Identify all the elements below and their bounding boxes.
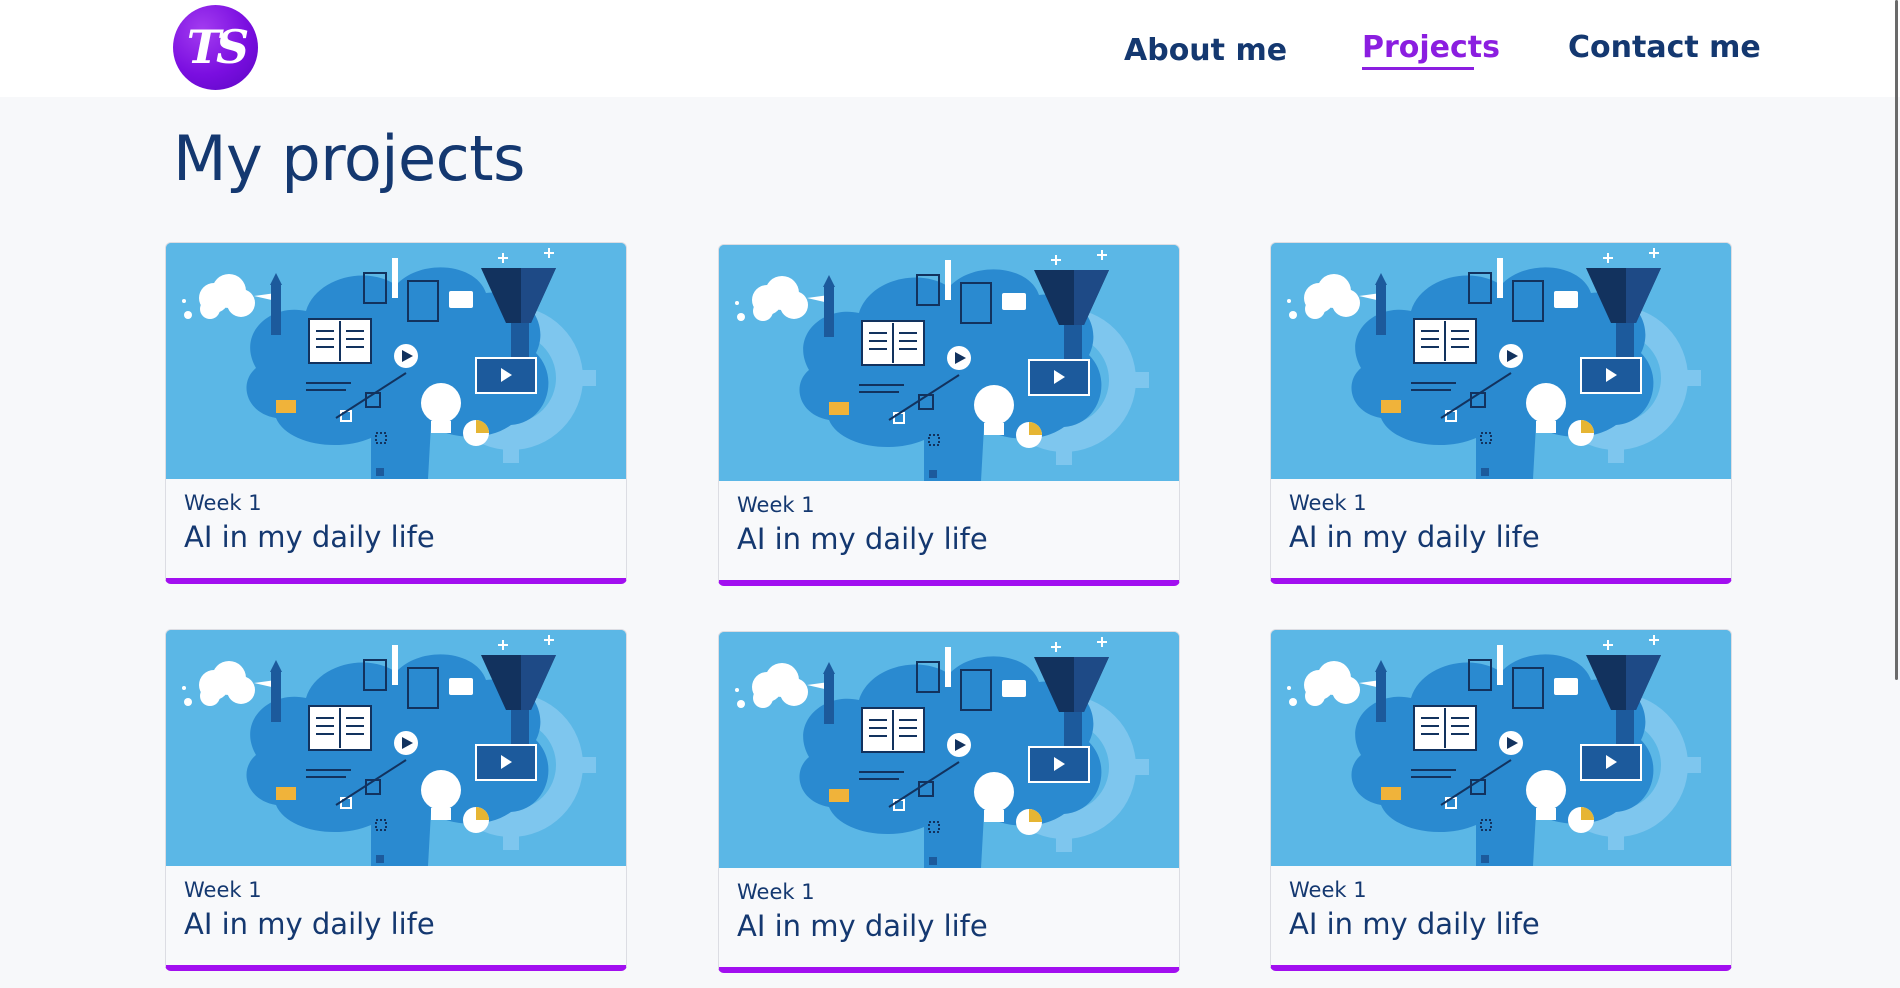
- project-week-label: Week 1: [737, 493, 815, 517]
- project-title: AI in my daily life: [184, 520, 435, 554]
- ts-logo-icon[interactable]: TS: [173, 5, 258, 90]
- nav-about-me-link[interactable]: About me: [1124, 33, 1287, 68]
- project-title: AI in my daily life: [184, 907, 435, 941]
- project-title: AI in my daily life: [1289, 907, 1540, 941]
- project-card[interactable]: Week 1 AI in my daily life: [165, 629, 627, 971]
- project-title: AI in my daily life: [737, 522, 988, 556]
- ai-brain-illustration-image: [719, 632, 1179, 868]
- page-title: My projects: [173, 122, 525, 195]
- logo-monogram: TS: [186, 20, 249, 74]
- active-nav-underline: [1362, 67, 1474, 70]
- page-scrollbar[interactable]: [1895, 0, 1898, 680]
- ai-brain-illustration-image: [1271, 630, 1731, 866]
- project-week-label: Week 1: [1289, 878, 1367, 902]
- nav-projects-link[interactable]: Projects: [1362, 30, 1500, 65]
- project-card[interactable]: Week 1 AI in my daily life: [165, 242, 627, 584]
- ai-brain-illustration-image: [166, 630, 626, 866]
- project-week-label: Week 1: [737, 880, 815, 904]
- ai-brain-illustration-image: [1271, 243, 1731, 479]
- project-card[interactable]: Week 1 AI in my daily life: [1270, 629, 1732, 971]
- project-title: AI in my daily life: [737, 909, 988, 943]
- project-week-label: Week 1: [184, 878, 262, 902]
- project-card[interactable]: Week 1 AI in my daily life: [1270, 242, 1732, 584]
- nav-contact-me-link[interactable]: Contact me: [1568, 30, 1761, 65]
- project-card[interactable]: Week 1 AI in my daily life: [718, 244, 1180, 586]
- ai-brain-illustration-image: [719, 245, 1179, 481]
- project-week-label: Week 1: [184, 491, 262, 515]
- top-navigation-bar: TS About me Projects Contact me: [0, 0, 1900, 97]
- project-week-label: Week 1: [1289, 491, 1367, 515]
- ai-brain-illustration-image: [166, 243, 626, 479]
- project-card[interactable]: Week 1 AI in my daily life: [718, 631, 1180, 973]
- project-title: AI in my daily life: [1289, 520, 1540, 554]
